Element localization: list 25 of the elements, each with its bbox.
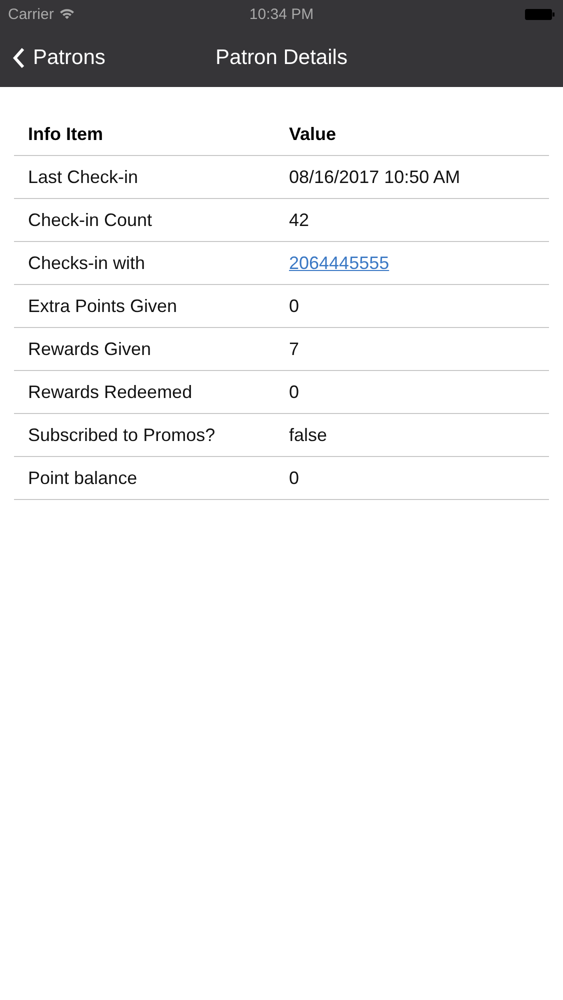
item-cell-text: Point balance — [27, 468, 138, 488]
wifi-icon — [58, 8, 75, 20]
back-button[interactable]: Patrons — [0, 46, 106, 70]
phone-link[interactable]: 2064445555 — [289, 252, 390, 274]
item-cell-text: Check-in Count — [27, 210, 152, 230]
value-cell-text: 08/16/2017 10:50 AM — [288, 166, 460, 188]
column-header: Value — [288, 124, 336, 144]
value-cell-text: 0 — [288, 296, 300, 316]
value-cell-text: 42 — [288, 210, 310, 230]
item-cell-text: Extra Points Given — [27, 296, 178, 316]
clock-time: 10:34 PM — [249, 6, 314, 22]
column-header: Info Item — [27, 124, 103, 144]
page-title: Patron Details — [216, 46, 348, 70]
chevron-left-icon — [12, 46, 25, 68]
battery-icon — [525, 8, 555, 20]
item-cell-text: Subscribed to Promos? — [27, 424, 216, 446]
value-cell-text: 0 — [288, 382, 300, 402]
carrier-label: Carrier — [8, 6, 54, 22]
item-cell-text: Rewards Redeemed — [27, 382, 192, 402]
item-cell-text: Rewards Given — [27, 338, 152, 360]
value-cell-text: 7 — [288, 338, 300, 360]
item-cell-text: Last Check-in — [27, 166, 138, 188]
value-cell-text: 0 — [288, 468, 300, 488]
value-cell-text: false — [288, 424, 328, 446]
item-cell-text: Checks-in with — [27, 252, 146, 274]
